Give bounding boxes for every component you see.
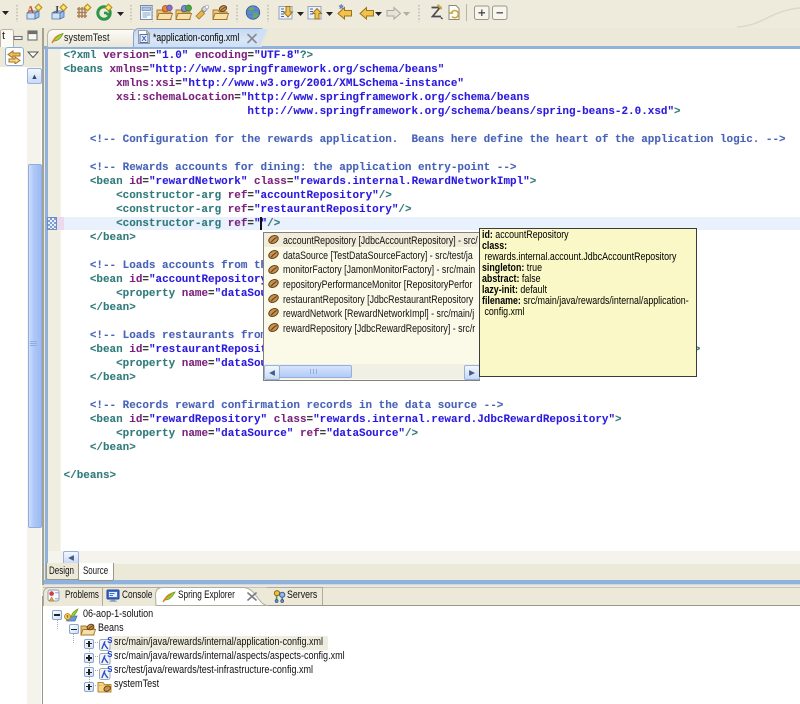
svg-text:J: J bbox=[54, 5, 59, 16]
svg-text:S: S bbox=[107, 666, 112, 674]
svg-text:S: S bbox=[107, 637, 112, 645]
svg-text:S: S bbox=[107, 651, 112, 659]
svg-text:A: A bbox=[27, 5, 35, 16]
svg-text:X: X bbox=[141, 34, 146, 43]
